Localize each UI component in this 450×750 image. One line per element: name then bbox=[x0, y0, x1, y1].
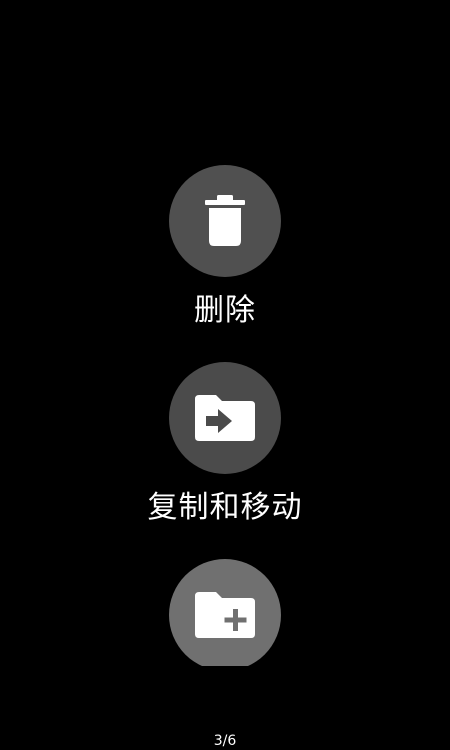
copy-move-button[interactable] bbox=[169, 362, 281, 474]
new-folder-button[interactable] bbox=[169, 559, 281, 671]
folder-add-icon bbox=[195, 592, 255, 638]
action-overlay: 删除 复制和移动 3/6 bbox=[0, 0, 450, 750]
copy-move-action: 复制和移动 bbox=[0, 362, 450, 528]
delete-action: 删除 bbox=[0, 165, 450, 331]
delete-button[interactable] bbox=[169, 165, 281, 277]
trash-icon bbox=[205, 195, 245, 246]
page-indicator: 3/6 bbox=[213, 733, 237, 749]
delete-label: 删除 bbox=[194, 293, 256, 328]
copy-move-label: 复制和移动 bbox=[147, 490, 303, 525]
folder-move-icon bbox=[195, 395, 255, 441]
